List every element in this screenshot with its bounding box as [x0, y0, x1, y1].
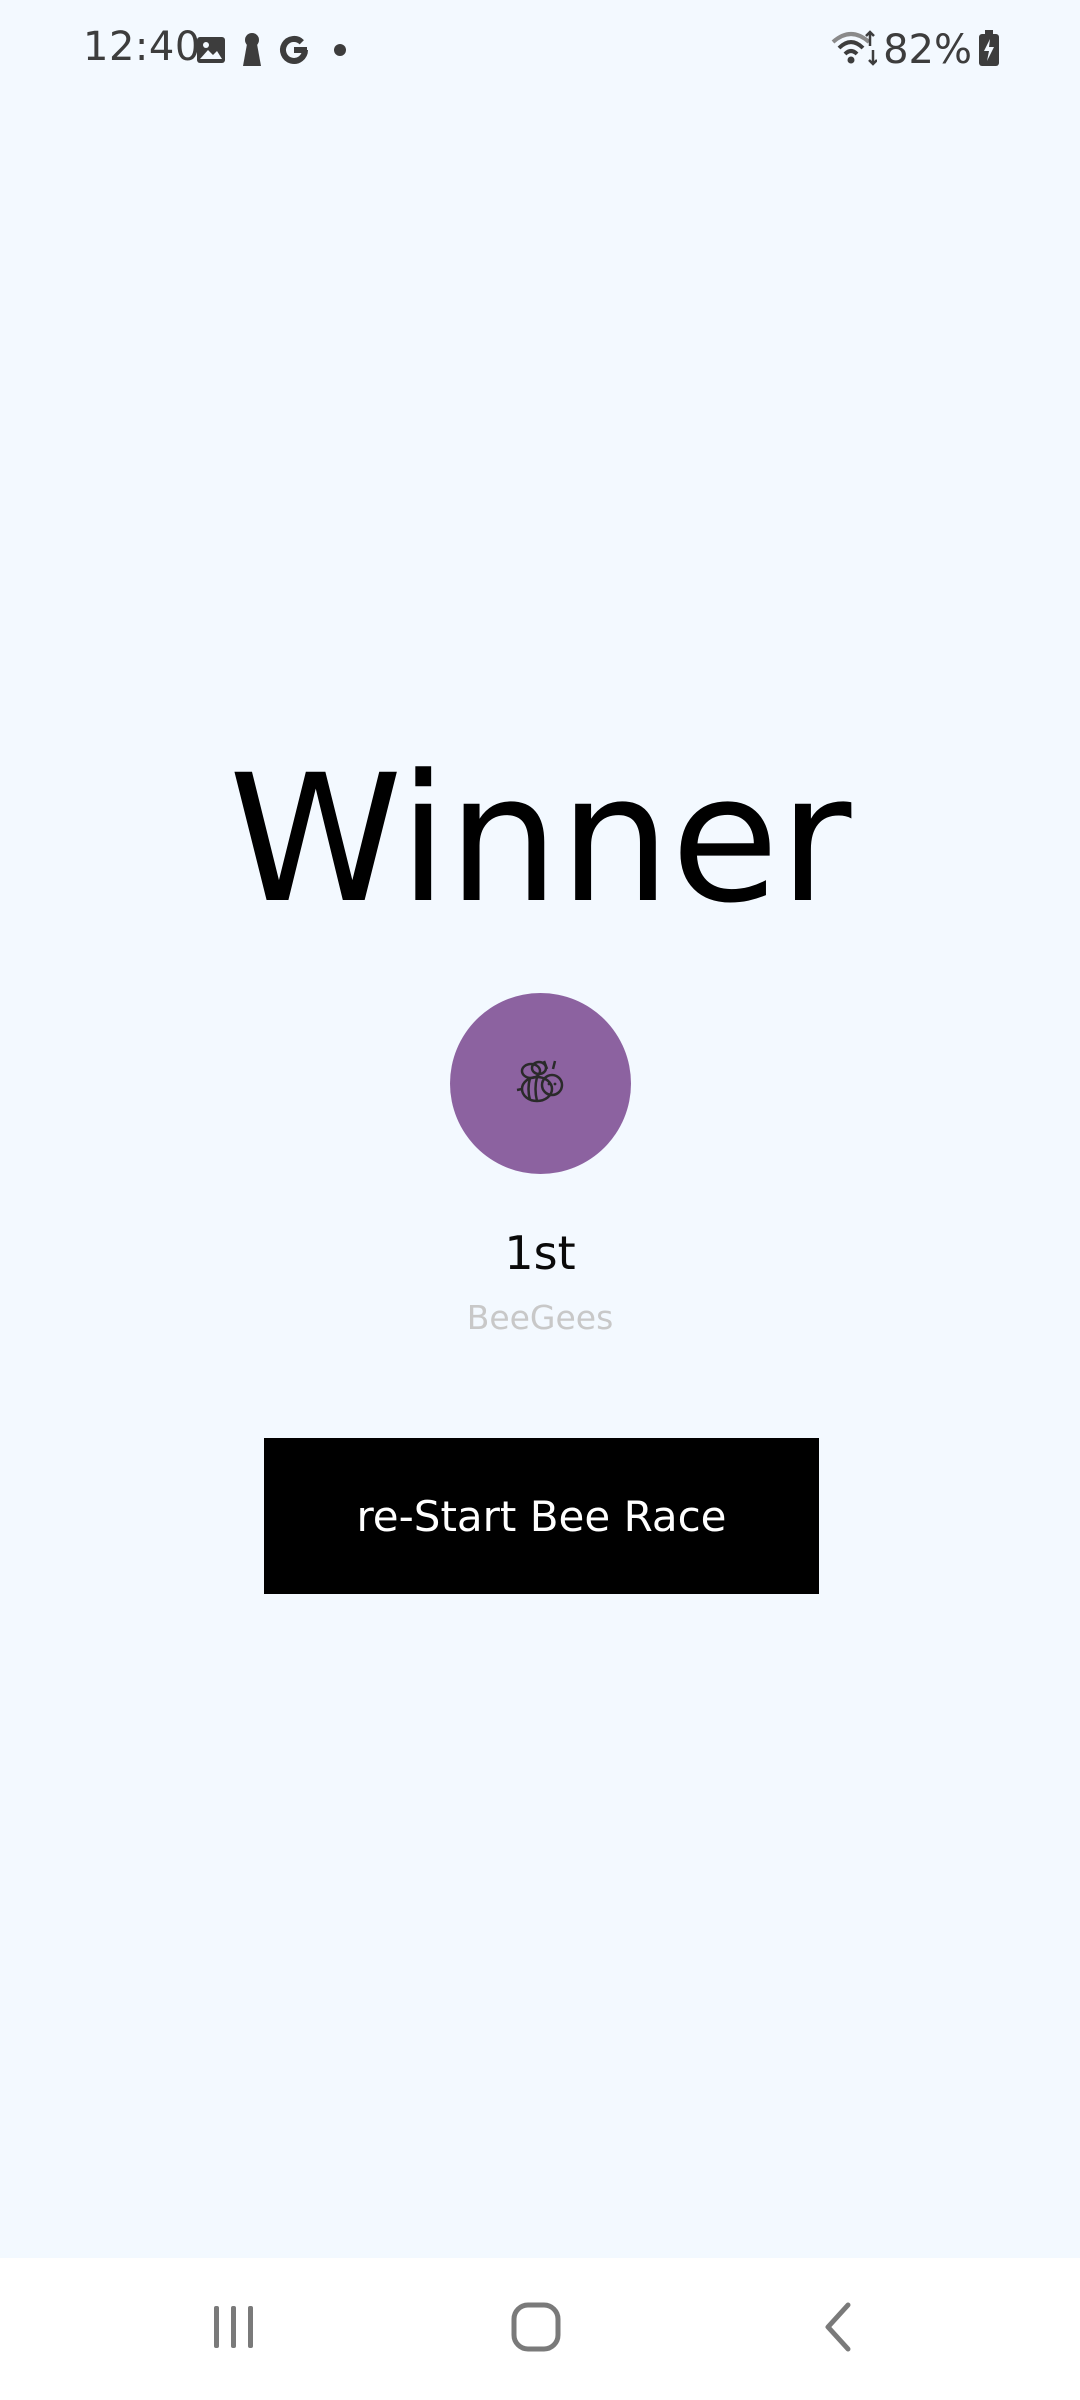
winner-screen: 12:40 82% Winner 1st BeeGees re-Start Be…: [0, 0, 1080, 2400]
restart-race-button[interactable]: re-Start Bee Race: [264, 1438, 819, 1594]
wifi-icon: [831, 28, 878, 72]
bee-icon: [513, 1057, 569, 1111]
battery-icon: [978, 29, 1000, 71]
winner-avatar: [450, 993, 631, 1174]
notification-icons: [195, 30, 355, 70]
back-button[interactable]: [758, 2258, 918, 2400]
winner-team-name: BeeGees: [466, 1298, 614, 1337]
back-icon: [820, 2301, 856, 2357]
status-bar: 12:40 82%: [0, 0, 1080, 100]
dot-icon: [325, 35, 355, 65]
winner-place: 1st: [504, 1226, 576, 1280]
winner-title: Winner: [228, 737, 852, 942]
gallery-icon: [195, 34, 227, 66]
recent-apps-button[interactable]: [154, 2258, 314, 2400]
status-time: 12:40: [83, 24, 201, 70]
keyhole-icon: [241, 32, 263, 68]
battery-percentage: 82%: [883, 27, 972, 73]
home-button[interactable]: [456, 2258, 616, 2400]
google-icon: [277, 33, 311, 67]
recent-apps-icon: [210, 2302, 258, 2356]
navigation-bar: [0, 2258, 1080, 2400]
status-right: 82%: [831, 24, 1000, 76]
home-icon: [510, 2301, 562, 2357]
